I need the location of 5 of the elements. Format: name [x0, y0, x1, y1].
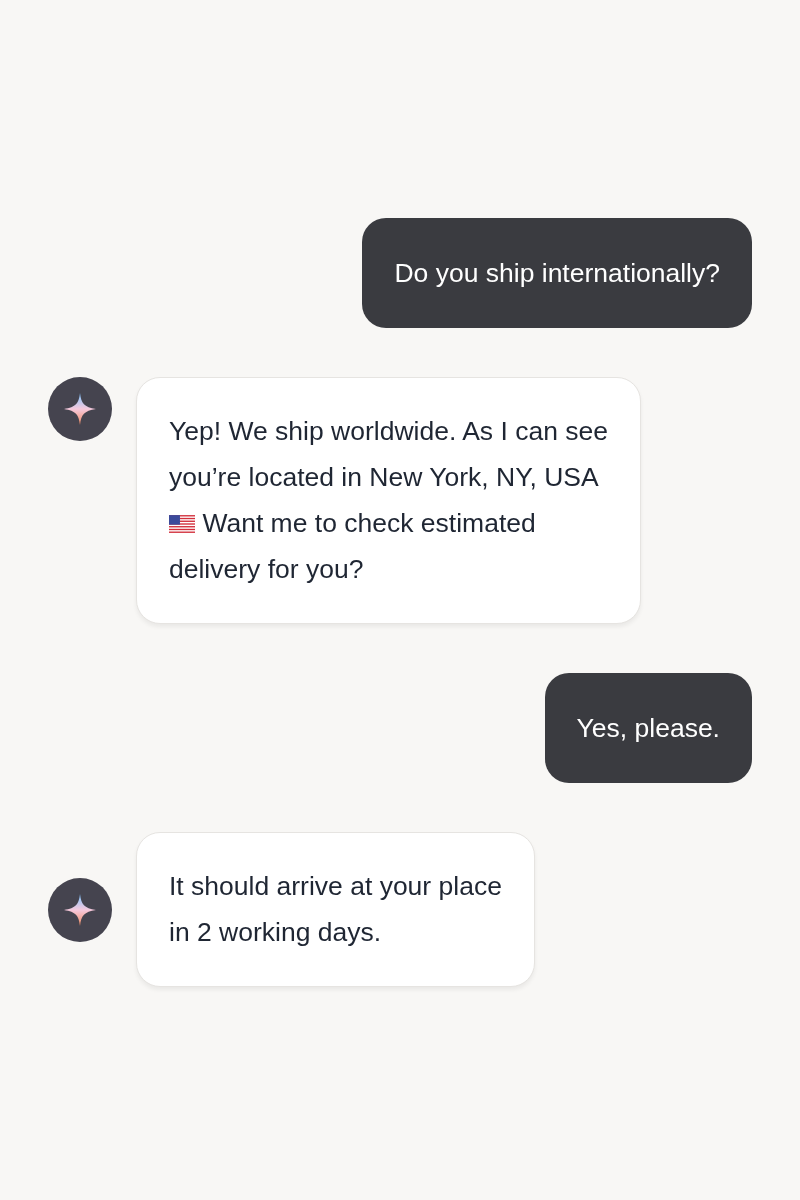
assistant-message: It should arrive at your place in 2 working days.: [136, 832, 535, 987]
sparkle-icon: [64, 393, 96, 425]
assistant-message: Yep! We ship worldwide. As I can see you’re located in New York, NY, USA Want me to check estimated delivery for you?: [136, 377, 641, 624]
user-message: Yes, please.: [544, 673, 752, 783]
user-message: Do you ship internationally?: [362, 218, 752, 328]
